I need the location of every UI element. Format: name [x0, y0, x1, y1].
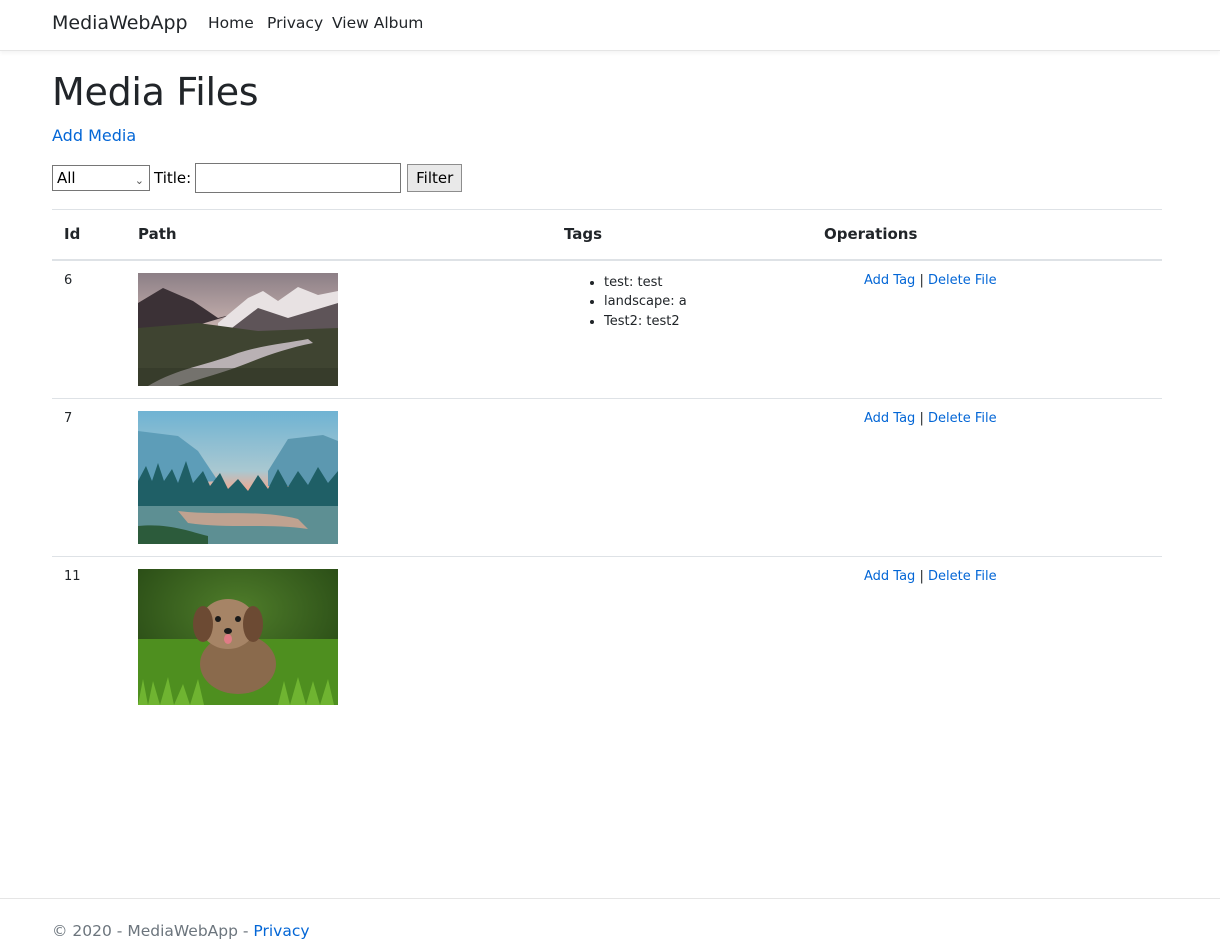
cell-id: 11 — [52, 555, 126, 717]
separator: | — [919, 272, 924, 288]
footer-text: © 2020 - MediaWebApp - Privacy — [52, 922, 310, 940]
cell-path — [126, 397, 552, 556]
cell-tags — [552, 397, 812, 556]
delete-file-link[interactable]: Delete File — [928, 569, 997, 584]
cell-tags: test: test landscape: a Test2: test2 — [552, 259, 812, 398]
cell-operations: Add Tag | Delete File — [812, 259, 1162, 398]
tags-list: test: test landscape: a Test2: test2 — [564, 273, 800, 332]
cell-id: 6 — [52, 259, 126, 398]
chevron-down-icon: ⌄ — [134, 174, 144, 187]
header-operations: Operations — [812, 209, 1162, 261]
table-row: 7 Add Tag | Delete File — [52, 397, 1162, 556]
media-type-select[interactable]: All ⌄ — [52, 165, 150, 191]
cell-tags — [552, 555, 812, 717]
add-media-link[interactable]: Add Media — [52, 126, 136, 145]
media-type-selected-value: All — [57, 169, 76, 187]
header-id: Id — [52, 209, 126, 261]
page-title: Media Files — [52, 70, 259, 114]
cell-path — [126, 259, 552, 398]
brand-link[interactable]: MediaWebApp — [52, 12, 188, 34]
nav-home[interactable]: Home — [208, 14, 254, 32]
cell-operations: Add Tag | Delete File — [812, 555, 1162, 717]
delete-file-link[interactable]: Delete File — [928, 411, 997, 426]
table-header-row: Id Path Tags Operations — [52, 209, 1162, 261]
copyright-text: © 2020 - MediaWebApp - — [52, 922, 254, 940]
add-tag-link[interactable]: Add Tag — [864, 569, 915, 584]
header-tags: Tags — [552, 209, 812, 261]
cell-id: 7 — [52, 397, 126, 556]
table-row: 11 Add Tag | Delete File — [52, 555, 1162, 717]
separator: | — [919, 410, 924, 426]
cell-path — [126, 555, 552, 717]
tag-item: test: test — [604, 273, 800, 293]
footer-privacy-link[interactable]: Privacy — [253, 922, 309, 940]
add-tag-link[interactable]: Add Tag — [864, 273, 915, 288]
media-thumbnail[interactable] — [138, 410, 338, 544]
media-thumbnail[interactable] — [138, 568, 338, 705]
add-tag-link[interactable]: Add Tag — [864, 411, 915, 426]
media-thumbnail[interactable] — [138, 272, 338, 386]
delete-file-link[interactable]: Delete File — [928, 273, 997, 288]
filter-button[interactable]: Filter — [407, 164, 463, 192]
title-input[interactable] — [195, 163, 402, 193]
footer: © 2020 - MediaWebApp - Privacy — [0, 898, 1220, 950]
tag-item: Test2: test2 — [604, 312, 800, 332]
table-row: 6 • test: test • landscape: a • Test2: t… — [52, 259, 1162, 398]
navbar: MediaWebApp Home Privacy View Album — [0, 0, 1220, 51]
nav-view-album[interactable]: View Album — [332, 14, 423, 32]
title-label: Title: — [154, 169, 192, 187]
nav-privacy[interactable]: Privacy — [267, 14, 323, 32]
cell-operations: Add Tag | Delete File — [812, 397, 1162, 556]
header-path: Path — [126, 209, 552, 261]
media-table: Id Path Tags Operations 6 • test: test •… — [52, 209, 1162, 717]
tag-item: landscape: a — [604, 292, 800, 312]
filter-bar: All ⌄ Title: Filter — [52, 163, 463, 193]
separator: | — [919, 568, 924, 584]
